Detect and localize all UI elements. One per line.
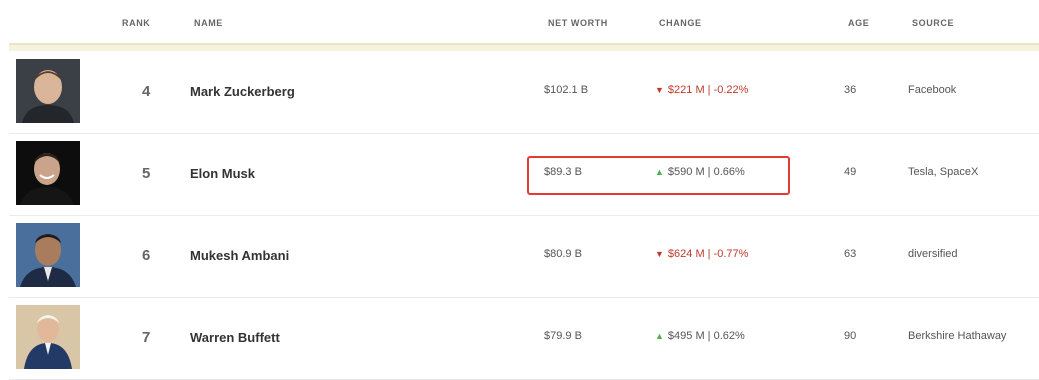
highlight-box — [527, 156, 790, 195]
name-column-header[interactable]: NAME — [194, 18, 223, 28]
change-value: ▼ $624 M | -0.77% — [655, 248, 748, 260]
table-row[interactable]: 5 Elon Musk $89.3 B ▲ $590 M | 0.66% 49 T… — [9, 134, 1039, 216]
age-value: 36 — [844, 84, 857, 96]
table-row[interactable]: 7 Warren Buffett $79.9 B ▲ $495 M | 0.62%… — [9, 298, 1039, 380]
table-row[interactable]: 6 Mukesh Ambani $80.9 B ▼ $624 M | -0.77%… — [9, 216, 1039, 298]
rank-value: 5 — [142, 165, 151, 182]
person-name-link[interactable]: Mark Zuckerberg — [190, 84, 295, 99]
person-name-link[interactable]: Mukesh Ambani — [190, 248, 289, 263]
table-row[interactable]: 4 Mark Zuckerberg $102.1 B ▼ $221 M | -0.… — [9, 52, 1039, 134]
net-worth-value: $79.9 B — [544, 330, 582, 342]
rank-value: 4 — [142, 83, 151, 100]
source-value: Facebook — [908, 84, 957, 96]
rank-column-header[interactable]: RANK — [122, 18, 150, 28]
source-value: Tesla, SpaceX — [908, 166, 979, 178]
table-header: RANK NAME NET WORTH CHANGE AGE SOURCE — [0, 0, 1039, 44]
change-text: $221 M | -0.22% — [667, 84, 749, 96]
avatar[interactable] — [16, 305, 80, 369]
change-text: $495 M | 0.62% — [667, 330, 745, 342]
net-worth-value: $80.9 B — [544, 248, 582, 260]
change-value: ▼ $221 M | -0.22% — [655, 84, 748, 96]
change-value: ▲ $495 M | 0.62% — [655, 330, 745, 342]
person-name-link[interactable]: Elon Musk — [190, 166, 255, 181]
source-column-header[interactable]: SOURCE — [912, 18, 954, 28]
rank-value: 7 — [142, 329, 151, 346]
down-arrow-icon: ▼ — [655, 249, 664, 259]
header-divider-band — [9, 43, 1039, 51]
avatar[interactable] — [16, 59, 80, 123]
age-value: 63 — [844, 248, 857, 260]
net-worth-value: $102.1 B — [544, 84, 589, 96]
source-value: Berkshire Hathaway — [908, 330, 1007, 342]
age-value: 90 — [844, 330, 857, 342]
rank-value: 6 — [142, 247, 151, 264]
age-column-header[interactable]: AGE — [848, 18, 869, 28]
down-arrow-icon: ▼ — [655, 85, 664, 95]
up-arrow-icon: ▲ — [655, 331, 664, 341]
net-worth-column-header[interactable]: NET WORTH — [548, 18, 608, 28]
change-text: $624 M | -0.77% — [667, 248, 749, 260]
person-name-link[interactable]: Warren Buffett — [190, 330, 280, 345]
change-column-header[interactable]: CHANGE — [659, 18, 702, 28]
source-value: diversified — [908, 248, 958, 260]
avatar[interactable] — [16, 141, 80, 205]
avatar[interactable] — [16, 223, 80, 287]
age-value: 49 — [844, 166, 857, 178]
